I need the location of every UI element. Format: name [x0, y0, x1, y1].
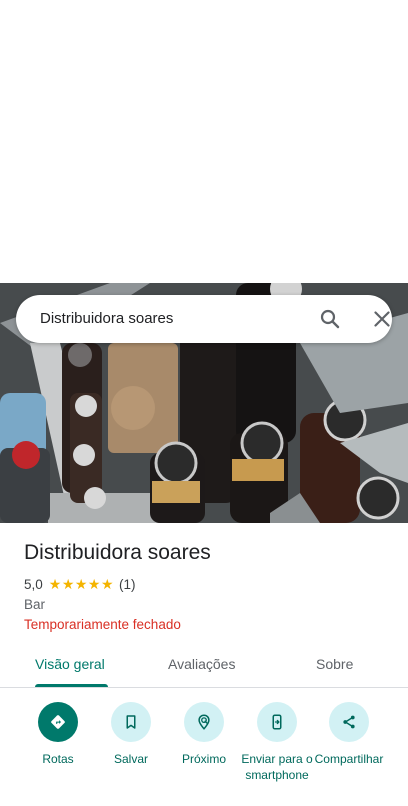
share-icon	[343, 715, 355, 729]
close-icon[interactable]	[370, 307, 394, 331]
place-status: Temporariamente fechado	[24, 617, 181, 632]
action-bar: Rotas Salvar Próximo Enviar para o smart…	[0, 702, 408, 806]
send-to-phone-button[interactable]: Enviar para o smartphone	[237, 702, 317, 783]
action-label: Próximo	[181, 752, 226, 766]
place-category[interactable]: Bar	[24, 597, 45, 612]
action-label: Compartilhar	[314, 752, 384, 766]
send-to-phone-icon	[272, 714, 282, 730]
action-circle	[257, 702, 297, 742]
rating-row[interactable]: 5,0 ★★★★★ (1)	[24, 576, 136, 592]
directions-icon	[51, 715, 65, 729]
nearby-icon	[198, 714, 210, 730]
place-title: Distribuidora soares	[24, 541, 211, 564]
tab-reviews[interactable]: Avaliações	[168, 656, 235, 672]
bookmark-icon	[126, 715, 136, 729]
search-icon[interactable]	[318, 307, 342, 331]
action-circle	[329, 702, 369, 742]
search-bar[interactable]: Distribuidora soares	[16, 295, 392, 343]
action-circle	[111, 702, 151, 742]
share-button[interactable]: Compartilhar	[309, 702, 389, 767]
star-rating-icon: ★★★★★	[48, 575, 115, 592]
place-tabs: Visão geral Avaliações Sobre	[0, 642, 408, 688]
save-button[interactable]: Salvar	[91, 702, 171, 767]
action-label: Enviar para o smartphone	[241, 752, 313, 782]
action-circle	[184, 702, 224, 742]
rating-value: 5,0	[24, 576, 43, 592]
active-tab-indicator	[35, 684, 108, 687]
action-label: Salvar	[113, 752, 148, 766]
nearby-button[interactable]: Próximo	[164, 702, 244, 767]
action-label: Rotas	[42, 752, 74, 766]
directions-button[interactable]: Rotas	[18, 702, 98, 767]
action-circle	[38, 702, 78, 742]
search-input[interactable]: Distribuidora soares	[40, 310, 173, 327]
tab-about[interactable]: Sobre	[316, 656, 353, 672]
review-count[interactable]: (1)	[119, 577, 136, 592]
map-blank-area	[0, 0, 408, 283]
tab-overview[interactable]: Visão geral	[35, 656, 105, 672]
